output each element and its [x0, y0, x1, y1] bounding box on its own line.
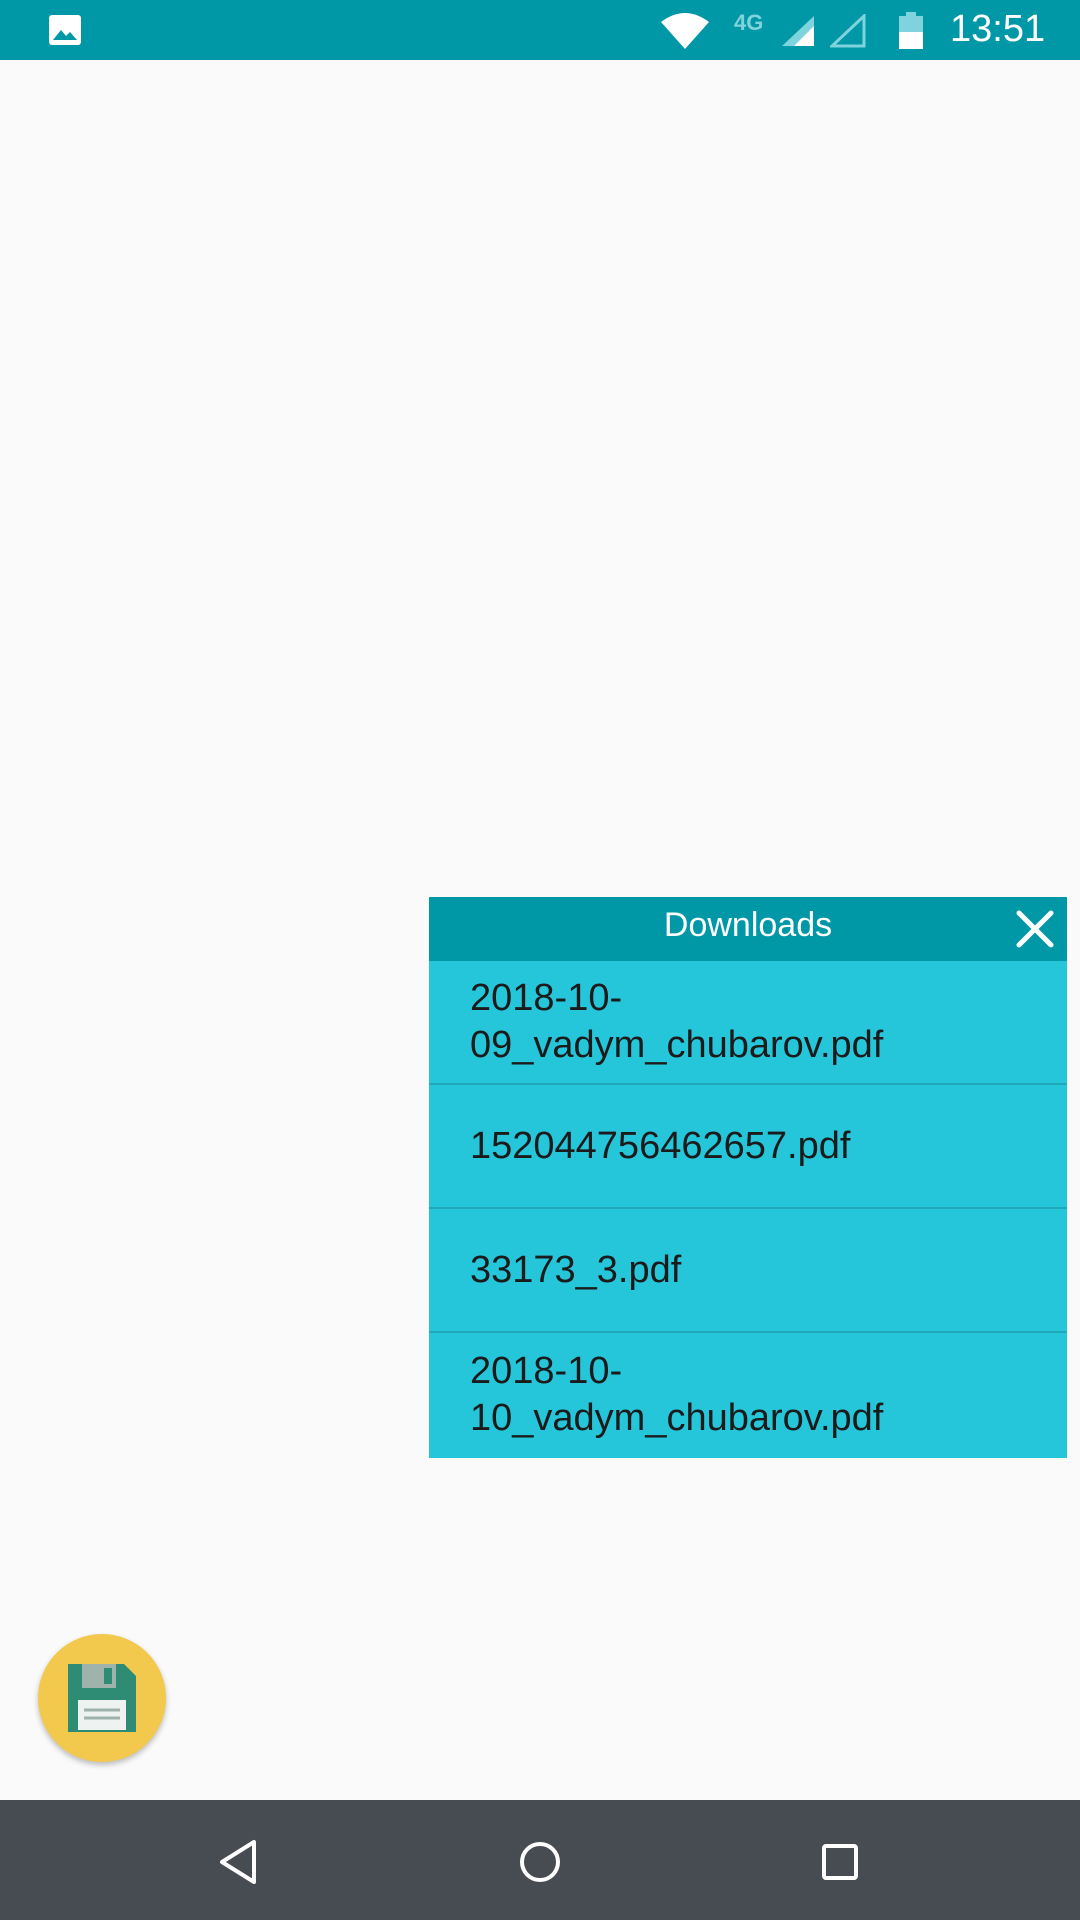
file-list: 2018-10- 09_vadym_chubarov.pdf 152044756… — [429, 961, 1067, 1457]
status-bar: 4G 13:51 — [0, 0, 1080, 60]
save-button[interactable] — [38, 1634, 166, 1762]
file-item[interactable]: 152044756462657.pdf — [429, 1085, 1067, 1209]
battery-icon — [899, 12, 923, 49]
back-icon[interactable] — [212, 1834, 268, 1890]
file-name-line2: 10_vadym_chubarov.pdf — [470, 1397, 884, 1439]
image-notification-icon — [49, 15, 81, 45]
wifi-icon — [661, 13, 709, 49]
file-name-line1: 2018-10- — [470, 977, 623, 1019]
downloads-title: Downloads — [663, 906, 833, 944]
clock: 13:51 — [950, 8, 1046, 50]
navigation-bar — [0, 1800, 1080, 1920]
recents-icon[interactable] — [812, 1834, 868, 1890]
file-item[interactable]: 2018-10- 10_vadym_chubarov.pdf — [429, 1333, 1067, 1457]
home-icon[interactable] — [512, 1834, 568, 1890]
network-type-label: 4G — [734, 10, 764, 35]
file-name-line2: 09_vadym_chubarov.pdf — [470, 1024, 884, 1066]
save-icon — [68, 1664, 136, 1732]
signal-icon — [782, 16, 814, 46]
close-icon[interactable] — [1011, 905, 1059, 953]
file-name: 152044756462657.pdf — [470, 1123, 850, 1170]
signal-empty-icon — [830, 14, 866, 48]
downloads-header: Downloads — [429, 897, 1067, 961]
downloads-panel: Downloads 2018-10- 09_vadym_chubarov.pdf… — [429, 897, 1067, 1458]
file-item[interactable]: 2018-10- 09_vadym_chubarov.pdf — [429, 961, 1067, 1085]
file-name: 2018-10- 09_vadym_chubarov.pdf — [470, 975, 883, 1069]
file-name-line1: 152044756462657.pdf — [470, 1124, 851, 1167]
file-item[interactable]: 33173_3.pdf — [429, 1209, 1067, 1333]
file-name: 2018-10- 10_vadym_chubarov.pdf — [470, 1348, 883, 1442]
file-name-line1: 33173_3.pdf — [470, 1248, 682, 1291]
file-name: 33173_3.pdf — [470, 1247, 681, 1294]
file-name-line1: 2018-10- — [470, 1350, 623, 1392]
